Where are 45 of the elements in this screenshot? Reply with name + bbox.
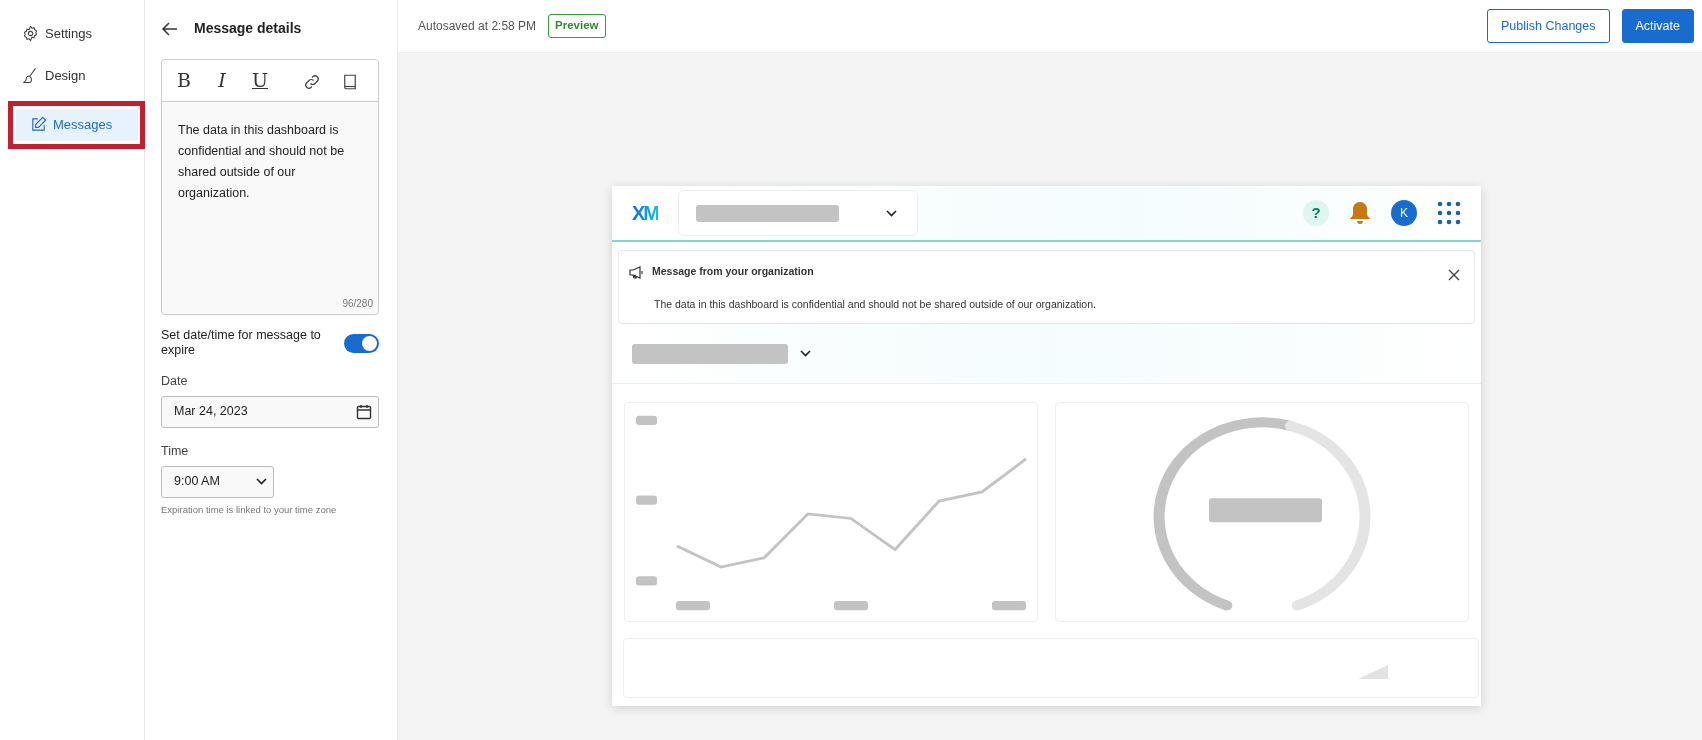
axis-placeholder-bar <box>636 576 657 586</box>
nav-item[interactable]: Design <box>8 59 130 91</box>
text-editor[interactable]: B I U The data in this dashboard is confidential and should not be shared outside of our organization. 96/280 <box>161 59 379 315</box>
settings-icon <box>22 25 39 43</box>
help-button[interactable]: ? <box>1303 200 1329 226</box>
autosave-status: Autosaved at 2:58 PM <box>418 18 537 35</box>
time-hint: Expiration time is linked to your time zone <box>161 502 338 517</box>
axis-placeholder-bar <box>992 601 1026 611</box>
chevron-down-icon <box>256 478 267 485</box>
nav-item[interactable]: Messages <box>16 109 138 141</box>
megaphone-icon <box>629 265 644 279</box>
time-label: Time <box>161 442 190 460</box>
avatar[interactable]: K <box>1391 200 1417 226</box>
date-field[interactable]: Mar 24, 2023 <box>161 395 379 428</box>
bold-button[interactable]: B <box>174 71 194 90</box>
app-grid-icon[interactable] <box>1437 201 1461 225</box>
pencil-icon <box>30 116 47 134</box>
underline-button[interactable]: U <box>250 71 270 90</box>
banner-title: Message from your organization <box>652 264 814 280</box>
preview-badge: Preview <box>548 14 606 38</box>
expire-label: Set date/time for message to expire <box>161 328 321 358</box>
axis-placeholder-bar <box>676 601 710 611</box>
time-dropdown[interactable]: 9:00 AM <box>161 465 274 498</box>
nav-item[interactable]: Settings <box>8 18 130 50</box>
brush-icon <box>22 66 39 84</box>
publish-button[interactable]: Publish Changes <box>1487 8 1610 44</box>
bell-icon[interactable] <box>1349 201 1371 225</box>
back-arrow-icon[interactable] <box>161 21 178 36</box>
axis-placeholder-bar <box>834 601 868 611</box>
time-value: 9:00 AM <box>174 473 220 491</box>
message-text: The data in this dashboard is confidential and should not be shared outside of our organization. <box>177 122 346 202</box>
date-value: Mar 24, 2023 <box>174 403 248 421</box>
date-label: Date <box>161 373 189 390</box>
activate-button[interactable]: Activate <box>1621 8 1694 44</box>
calendar-icon[interactable] <box>356 403 372 420</box>
italic-button[interactable]: I <box>212 71 232 90</box>
chevron-down-icon <box>800 350 811 357</box>
axis-placeholder-bar <box>636 415 657 425</box>
character-counter: 96/280 <box>341 297 374 311</box>
close-icon[interactable] <box>1448 269 1460 281</box>
axis-placeholder-bar <box>636 495 657 505</box>
expire-toggle[interactable] <box>344 333 379 353</box>
chevron-down-icon <box>886 209 897 217</box>
banner-text: The data in this dashboard is confidential and should not be shared outside of our organization. <box>654 297 1097 312</box>
panel-title: Message details <box>194 19 302 38</box>
